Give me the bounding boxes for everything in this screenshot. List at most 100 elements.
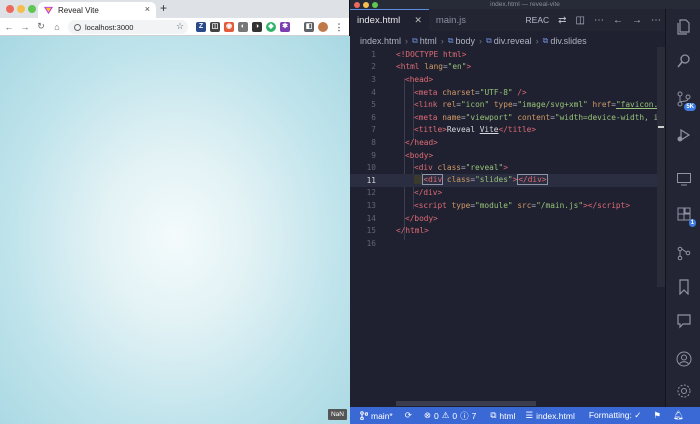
code-line[interactable]: 1 <!DOCTYPE html>: [350, 48, 665, 61]
code-line[interactable]: 10 <div class="reveal">: [350, 161, 665, 174]
warning-icon: ⚠: [441, 410, 450, 420]
element-icon: ⧉: [412, 36, 418, 45]
code-line[interactable]: 14 </body>: [350, 212, 665, 225]
vertical-scrollbar[interactable]: [657, 47, 665, 287]
line-number: 2: [371, 62, 376, 72]
code-line[interactable]: 6 <meta name="viewport" content="width=d…: [350, 111, 665, 124]
code-line[interactable]: 3 <head>: [350, 73, 665, 86]
code-line[interactable]: 7 <title>Reveal Vite</title>: [350, 124, 665, 137]
code-text: <link rel="icon" type="image/svg+xml" hr…: [414, 100, 665, 110]
search-icon[interactable]: [674, 51, 693, 70]
code-line[interactable]: 16: [350, 237, 665, 250]
bracket-icon: ⧉: [490, 410, 497, 420]
bookmark-icon[interactable]: [674, 277, 693, 296]
tab-main-js[interactable]: main.js: [429, 9, 473, 31]
line-number: 9: [371, 150, 376, 160]
overflow-icon[interactable]: ⋯: [651, 15, 661, 26]
browser-tab-reveal-vite[interactable]: Reveal Vite ×: [38, 2, 156, 18]
breadcrumb-item[interactable]: index.html: [360, 36, 401, 46]
profile-avatar[interactable]: [318, 22, 328, 32]
minimize-window-button[interactable]: [17, 5, 25, 13]
code-line[interactable]: 13 <script type="module" src="/main.js">…: [350, 199, 665, 212]
page-viewport[interactable]: NaN: [0, 36, 350, 424]
close-tab-icon[interactable]: ✕: [414, 15, 422, 26]
extension-z-icon[interactable]: Z: [196, 22, 206, 32]
code-line[interactable]: 9 <body>: [350, 149, 665, 162]
remote-explorer-icon[interactable]: [674, 169, 693, 188]
extension-icon[interactable]: ✱: [280, 22, 290, 32]
zoom-window-button[interactable]: [28, 5, 36, 13]
accounts-icon[interactable]: [674, 349, 693, 368]
code-line[interactable]: 5 <link rel="icon" type="image/svg+xml" …: [350, 98, 665, 111]
code-editor[interactable]: 1 <!DOCTYPE html> 2 <html lang="en"> 3 <…: [350, 47, 665, 407]
browser-menu-icon[interactable]: ⋮: [334, 22, 344, 32]
breadcrumb-item[interactable]: div.reveal: [494, 36, 532, 46]
element-icon: ⧉: [447, 36, 454, 45]
extensions-puzzle-icon[interactable]: ◧: [304, 22, 314, 32]
extension-icon[interactable]: ◉: [224, 22, 234, 32]
current-line[interactable]: 11 <div class="slides"></div>: [350, 174, 665, 187]
sync-icon[interactable]: ⟳: [405, 410, 412, 421]
minimize-window-button[interactable]: [363, 2, 369, 8]
site-info-icon[interactable]: [74, 23, 81, 31]
code-line[interactable]: 2 <html lang="en">: [350, 61, 665, 74]
tab-index-html[interactable]: index.html ✕: [350, 9, 429, 31]
extension-icon[interactable]: ◐: [238, 22, 248, 32]
line-number: 3: [371, 74, 376, 84]
line-number: 4: [371, 87, 376, 97]
run-debug-icon[interactable]: [674, 125, 693, 144]
warning-count: 0: [452, 410, 458, 421]
branch-indicator[interactable]: main*: [360, 411, 393, 421]
git-graph-icon[interactable]: [674, 243, 693, 262]
more-actions-icon[interactable]: ⋯: [594, 15, 604, 26]
problems-indicator[interactable]: ⊗ 0 ⚠ 0 ⓘ 7: [424, 410, 476, 422]
notifications-bell-icon[interactable]: 🔔︎: [673, 410, 684, 421]
formatting-status[interactable]: Formatting: ✓: [589, 410, 641, 421]
extension-icon[interactable]: ◆: [266, 22, 276, 32]
reload-icon[interactable]: ↻: [34, 21, 48, 32]
language-crumb[interactable]: ⧉ html: [490, 410, 515, 421]
code-text: </head>: [405, 137, 438, 147]
branch-icon: [360, 411, 368, 420]
new-tab-button[interactable]: +: [160, 1, 167, 15]
breadcrumb-item[interactable]: html: [420, 36, 437, 46]
back-icon[interactable]: ←: [2, 22, 16, 32]
file-crumb-label: index.html: [536, 410, 575, 421]
address-bar[interactable]: localhost:3000: [68, 20, 188, 34]
code-line[interactable]: 8 </head>: [350, 136, 665, 149]
home-icon[interactable]: ⌂: [50, 22, 64, 32]
code-line[interactable]: 12 </div>: [350, 187, 665, 200]
code-text: <body>: [405, 150, 434, 160]
code-text: <script type="module" src="/main.js"></s…: [414, 200, 631, 210]
bookmark-star-icon[interactable]: ☆: [176, 21, 184, 32]
compare-changes-icon[interactable]: ⇄: [558, 15, 566, 26]
comments-icon[interactable]: [674, 311, 693, 330]
split-editor-icon[interactable]: ◫: [576, 15, 585, 26]
forward-icon[interactable]: →: [18, 22, 32, 32]
live-share-icon[interactable]: ⚑: [653, 410, 661, 421]
tab-close-icon[interactable]: ×: [145, 4, 150, 14]
close-window-button[interactable]: [354, 2, 360, 8]
extension-icon[interactable]: ◫: [210, 22, 220, 32]
explorer-icon[interactable]: [674, 17, 693, 36]
code-line[interactable]: 4 <meta charset="UTF-8" />: [350, 86, 665, 99]
breadcrumb-item[interactable]: div.slides: [550, 36, 586, 46]
close-window-button[interactable]: [6, 5, 14, 13]
file-crumb[interactable]: ☰ index.html: [525, 410, 574, 421]
extension-icon[interactable]: ◑: [252, 22, 262, 32]
code-line[interactable]: 15 </html>: [350, 224, 665, 237]
preview-button[interactable]: REAC: [526, 15, 550, 25]
settings-gear-icon[interactable]: [674, 381, 693, 400]
extensions-icon[interactable]: 1: [674, 205, 696, 227]
go-forward-icon[interactable]: →: [632, 15, 642, 26]
breadcrumb-item[interactable]: body: [455, 36, 475, 46]
zoom-window-button[interactable]: [372, 2, 378, 8]
language-crumb-label: html: [499, 410, 516, 421]
info-icon: ⓘ: [460, 410, 469, 421]
editor-actions: REAC ⇄ ◫ ⋯ ← → ⋯: [526, 9, 661, 31]
horizontal-scrollbar[interactable]: [396, 401, 536, 406]
source-control-icon[interactable]: 5K: [674, 89, 696, 111]
code-text: </body>: [405, 213, 438, 223]
status-bar: main* ⟳ ⊗ 0 ⚠ 0 ⓘ 7 ⧉ html ☰ index.html Forma…: [350, 407, 700, 424]
go-back-icon[interactable]: ←: [613, 15, 623, 26]
